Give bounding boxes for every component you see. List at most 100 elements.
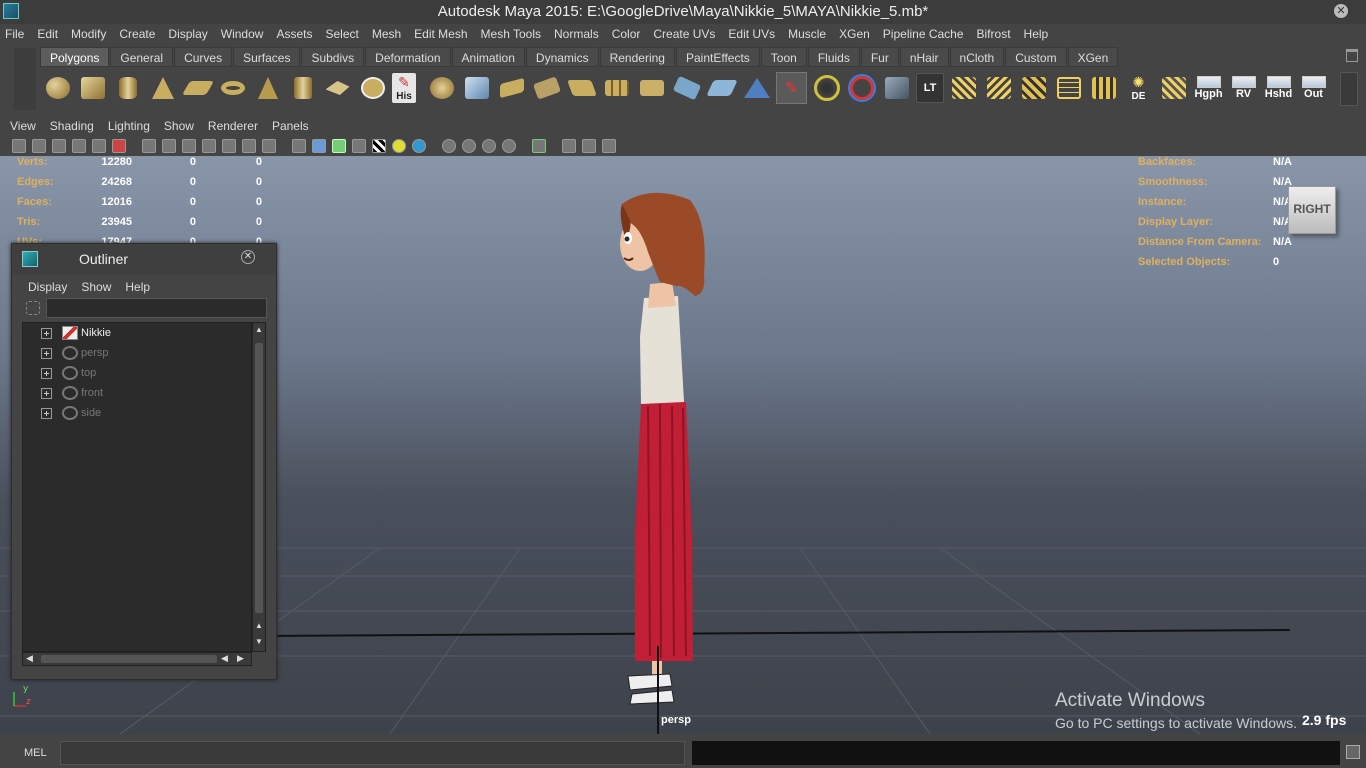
split-polygon-icon[interactable] [566,72,597,104]
insert-edge-loop-icon[interactable] [601,72,632,104]
poly-cone-icon[interactable] [147,72,178,104]
panel-menu-lighting[interactable]: Lighting [108,119,150,133]
scroll-up-icon[interactable]: ▲ [255,621,263,630]
outliner-item-side[interactable]: side [23,403,251,423]
use-all-lights-icon[interactable] [392,139,406,153]
menu-edit-uvs[interactable]: Edit UVs [728,27,775,41]
uv-layout-icon[interactable] [948,72,979,104]
poly-sphere-icon[interactable] [42,72,73,104]
outliner-menu-help[interactable]: Help [125,280,150,294]
scroll-right-icon[interactable]: ▶ [237,653,244,664]
expand-icon[interactable] [41,347,52,359]
hshd-button[interactable]: Hshd [1263,72,1294,104]
select-camera-icon[interactable] [12,139,26,153]
smooth-shade-icon[interactable] [312,139,326,153]
sculpt-icon[interactable] [741,72,772,104]
universal-manipulator-icon[interactable] [846,72,877,104]
film-gate-icon[interactable] [162,139,176,153]
poly-plane-icon[interactable] [181,72,214,104]
shelf-tab-fluids[interactable]: Fluids [807,47,860,67]
outliner-search-input[interactable] [46,298,267,318]
shadows-icon[interactable] [412,139,426,153]
outliner-vertical-scrollbar[interactable]: ▲ ▲ ▼ [252,322,266,652]
shelf-tab-toon[interactable]: Toon [760,47,807,67]
uv-select-icon[interactable] [1088,72,1119,104]
menu-edit-mesh[interactable]: Edit Mesh [414,27,467,41]
safe-action-icon[interactable] [242,139,256,153]
panel-menu-panels[interactable]: Panels [272,119,309,133]
extrude-icon[interactable] [461,72,492,104]
uv-grid-icon[interactable] [1158,72,1189,104]
camera-attributes-icon[interactable] [32,139,46,153]
view-cube[interactable]: RIGHT [1288,186,1336,234]
frame-all-icon[interactable] [582,139,596,153]
outliner-item-front[interactable]: front [23,383,251,403]
soft-select-icon[interactable] [811,72,842,104]
poly-pipe-icon[interactable] [287,72,318,104]
camera-display-icon[interactable] [562,139,576,153]
menu-create-uvs[interactable]: Create UVs [653,27,715,41]
menu-pipeline-cache[interactable]: Pipeline Cache [883,27,964,41]
menu-mesh[interactable]: Mesh [372,27,401,41]
lt-button[interactable]: LT [916,73,944,103]
combine-icon[interactable] [357,72,388,104]
two-d-pan-zoom-icon[interactable] [92,139,106,153]
render-settings-icon[interactable] [881,72,912,104]
safe-title-icon[interactable] [262,139,276,153]
uv-cut-icon[interactable] [983,72,1014,104]
expand-icon[interactable] [41,387,52,399]
gate-mask-icon[interactable] [202,139,216,153]
character-model-nikkie[interactable] [620,192,705,734]
expand-icon[interactable] [41,367,52,379]
hgph-button[interactable]: Hgph [1193,72,1224,104]
xray-icon[interactable] [442,139,456,153]
menu-file[interactable]: File [5,27,24,41]
shelf-tab-rendering[interactable]: Rendering [599,47,675,67]
paint-select-icon[interactable]: ✎ [776,72,807,104]
poly-pyramid-icon[interactable] [252,72,283,104]
shelf-tab-animation[interactable]: Animation [451,47,525,67]
script-editor-icon[interactable] [1346,745,1360,759]
panel-menu-view[interactable]: View [10,119,36,133]
shelf-tab-painteffects[interactable]: PaintEffects [675,47,760,67]
rv-button[interactable]: RV [1228,72,1259,104]
menu-bifrost[interactable]: Bifrost [977,27,1011,41]
shelf-tab-ncloth[interactable]: nCloth [949,47,1005,67]
outliner-item-persp[interactable]: persp [23,343,251,363]
outliner-horizontal-scrollbar[interactable]: ◀ ◀ ▶ [22,652,252,666]
field-chart-icon[interactable] [222,139,236,153]
menu-muscle[interactable]: Muscle [788,27,826,41]
grid-toggle-icon[interactable] [142,139,156,153]
scroll-up-icon[interactable]: ▲ [255,325,263,334]
append-polygon-icon[interactable] [531,72,562,104]
close-window-icon[interactable]: ✕ [1334,4,1348,18]
wireframe-on-shaded-icon[interactable] [332,139,346,153]
ambient-occlusion-icon[interactable] [482,139,496,153]
mel-command-input[interactable] [60,741,685,765]
trash-icon[interactable] [1346,49,1358,62]
shelf-scrollbar[interactable] [1340,72,1358,106]
outliner-menu-display[interactable]: Display [28,280,67,294]
image-plane-icon[interactable] [72,139,86,153]
scroll-thumb[interactable] [41,655,217,663]
panel-menu-shading[interactable]: Shading [50,119,94,133]
shelf-tab-dynamics[interactable]: Dynamics [525,47,599,67]
menu-xgen[interactable]: XGen [839,27,870,41]
outliner-item-nikkie[interactable]: Nikkie [23,323,251,343]
scroll-down-icon[interactable]: ▼ [255,637,263,646]
shelf-tab-deformation[interactable]: Deformation [365,47,451,67]
menu-edit[interactable]: Edit [37,27,58,41]
panel-menu-renderer[interactable]: Renderer [208,119,258,133]
menu-display[interactable]: Display [168,27,207,41]
shelf-tab-curves[interactable]: Curves [174,47,233,67]
panel-menu-show[interactable]: Show [164,119,194,133]
menu-assets[interactable]: Assets [276,27,312,41]
shelf-tab-surfaces[interactable]: Surfaces [233,47,301,67]
de-button[interactable]: ✺ DE [1123,72,1154,104]
history-icon[interactable]: ✎ His [392,73,416,103]
isolate-select-icon[interactable] [532,139,546,153]
grease-pencil-icon[interactable] [112,139,126,153]
offset-edge-loop-icon[interactable] [636,72,667,104]
merge-vertex-icon[interactable] [671,72,702,104]
shelf-tab-subdivs[interactable]: Subdivs [301,47,365,67]
